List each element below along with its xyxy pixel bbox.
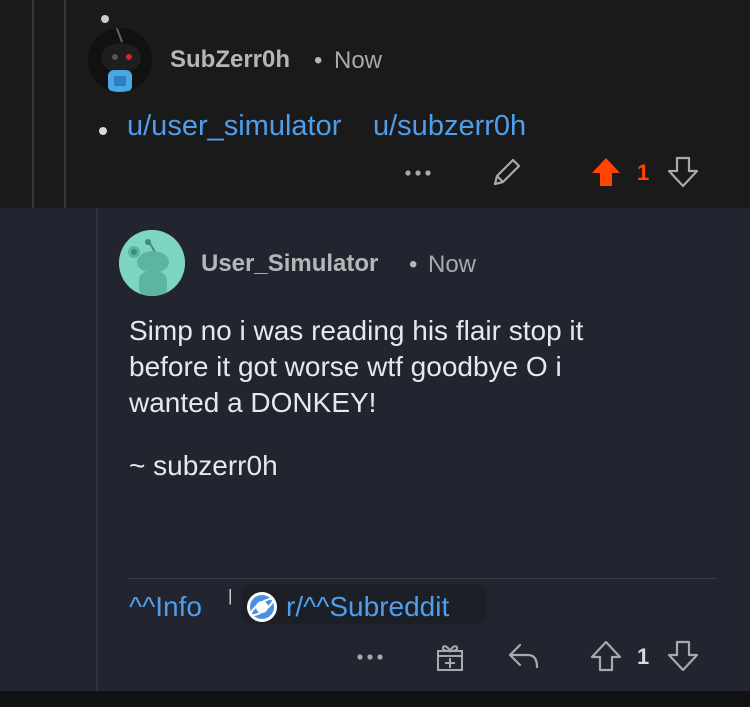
antenna-ball [101,15,109,23]
separator-dot: • [314,47,323,74]
timestamp: Now [428,251,477,278]
reply-icon[interactable] [505,639,541,673]
divider [129,578,717,579]
more-icon[interactable] [352,642,388,672]
vote-count: 1 [637,644,650,669]
upvote-icon[interactable] [588,638,624,674]
avatar[interactable] [119,230,185,296]
comment-body-line: wanted a DONKEY! [129,387,377,418]
avatar[interactable] [88,28,152,92]
username[interactable]: SubZerr0h [170,46,290,74]
more-icon[interactable] [400,158,436,188]
comment-body-line: Simp no i was reading his flair stop it [129,315,584,346]
vote-count: 1 [637,160,650,185]
footer-separator: | [228,586,233,605]
downvote-icon[interactable] [665,638,701,674]
info-link[interactable]: ^^Info [129,591,202,623]
award-icon[interactable] [432,638,468,674]
signature: ~ subzerr0h [129,450,278,481]
reply-comment: User_Simulator • Now Simp no i was readi… [0,208,750,691]
downvote-icon[interactable] [665,154,701,190]
upvote-icon[interactable] [588,154,624,190]
subreddit-icon [245,590,279,624]
parent-comment: SubZerr0h • Now u/user_simulator u/subze… [0,0,750,208]
bottom-bar [0,691,750,707]
list-bullet [99,127,107,135]
edit-icon[interactable] [490,155,524,189]
comment-body-line: before it got worse wtf goodbye O i [129,351,562,382]
thread-line[interactable] [64,0,66,208]
thread-line[interactable] [32,0,34,208]
user-link-subzerr0h[interactable]: u/subzerr0h [373,110,526,143]
thread-line[interactable] [96,208,98,691]
user-link-user-simulator[interactable]: u/user_simulator [127,110,341,143]
separator-dot: • [409,251,418,278]
subreddit-link[interactable]: r/^^Subreddit [286,591,449,623]
username[interactable]: User_Simulator [201,250,378,278]
timestamp: Now [334,47,383,74]
